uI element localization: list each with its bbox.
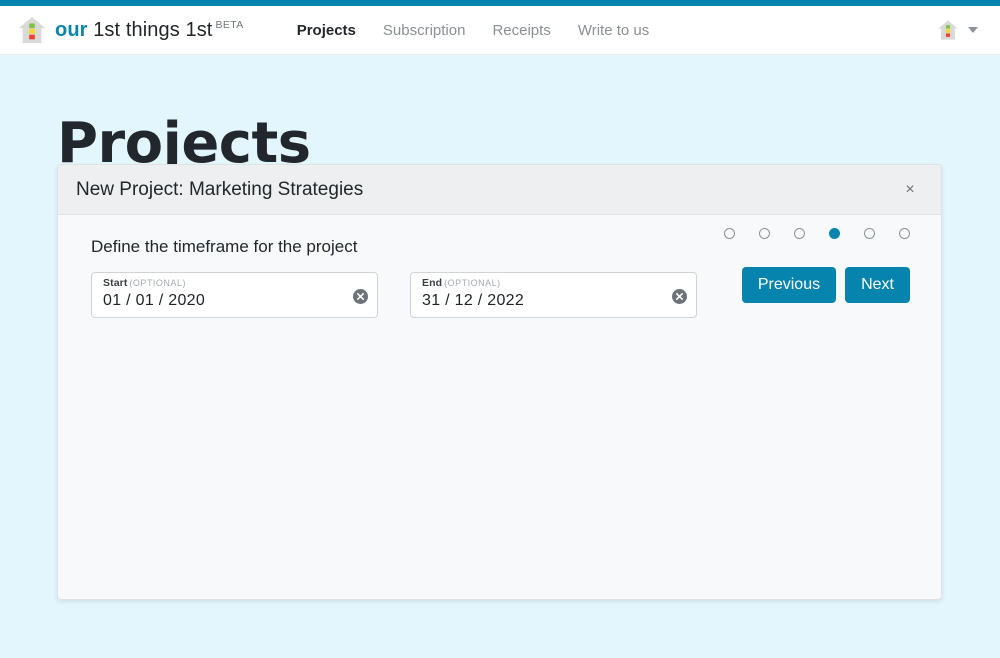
account-menu[interactable]	[937, 19, 986, 41]
house-logo-icon	[17, 15, 47, 45]
close-icon[interactable]: ×	[897, 177, 923, 203]
brand-logo-link[interactable]: our 1st things 1st BETA	[17, 15, 244, 45]
nav-item-receipts[interactable]: Receipts	[492, 22, 550, 39]
beta-badge: BETA	[215, 18, 244, 31]
end-date-label-text: End	[422, 277, 443, 289]
end-date-label: End (OPTIONAL)	[422, 277, 686, 290]
brand-text: our 1st things 1st BETA	[55, 19, 244, 42]
step-dot-5[interactable]	[864, 228, 875, 239]
start-date-label-text: Start	[103, 277, 128, 289]
nav-item-subscription[interactable]: Subscription	[383, 22, 466, 39]
clear-circle-icon-start[interactable]	[353, 289, 368, 304]
step-dot-3[interactable]	[794, 228, 805, 239]
step-dot-4[interactable]	[829, 228, 840, 239]
clear-circle-icon-end[interactable]	[672, 289, 687, 304]
step-prompt: Define the timeframe for the project	[91, 237, 358, 256]
card-header: New Project: Marketing Strategies ×	[58, 165, 941, 215]
end-date-input[interactable]	[422, 290, 637, 312]
step-dot-6[interactable]	[899, 228, 910, 239]
brand-our: our	[55, 18, 88, 41]
new-project-card: New Project: Marketing Strategies × Defi…	[57, 164, 942, 600]
start-date-label: Start (OPTIONAL)	[103, 277, 367, 290]
card-body: Define the timeframe for the project Sta…	[58, 215, 941, 599]
card-title: New Project: Marketing Strategies	[76, 178, 364, 200]
primary-nav: Projects Subscription Receipts Write to …	[297, 22, 650, 39]
previous-button[interactable]: Previous	[741, 267, 837, 303]
wizard-buttons: Previous Next	[741, 267, 910, 303]
step-dot-2[interactable]	[759, 228, 770, 239]
next-button[interactable]: Next	[845, 267, 910, 303]
nav-item-write-to-us[interactable]: Write to us	[578, 22, 649, 39]
start-date-field[interactable]: Start (OPTIONAL)	[91, 272, 378, 318]
start-date-input[interactable]	[103, 290, 318, 312]
step-dot-1[interactable]	[724, 228, 735, 239]
house-avatar-icon	[937, 19, 959, 41]
brand-rest: 1st things 1st	[93, 18, 213, 41]
nav-item-projects[interactable]: Projects	[297, 22, 356, 39]
start-date-optional-text: (OPTIONAL)	[129, 278, 186, 288]
chevron-down-icon[interactable]	[968, 27, 978, 33]
step-indicator	[724, 228, 910, 239]
end-date-field[interactable]: End (OPTIONAL)	[410, 272, 697, 318]
top-navbar: our 1st things 1st BETA Projects Subscrip…	[0, 6, 1000, 55]
end-date-optional-text: (OPTIONAL)	[444, 278, 501, 288]
